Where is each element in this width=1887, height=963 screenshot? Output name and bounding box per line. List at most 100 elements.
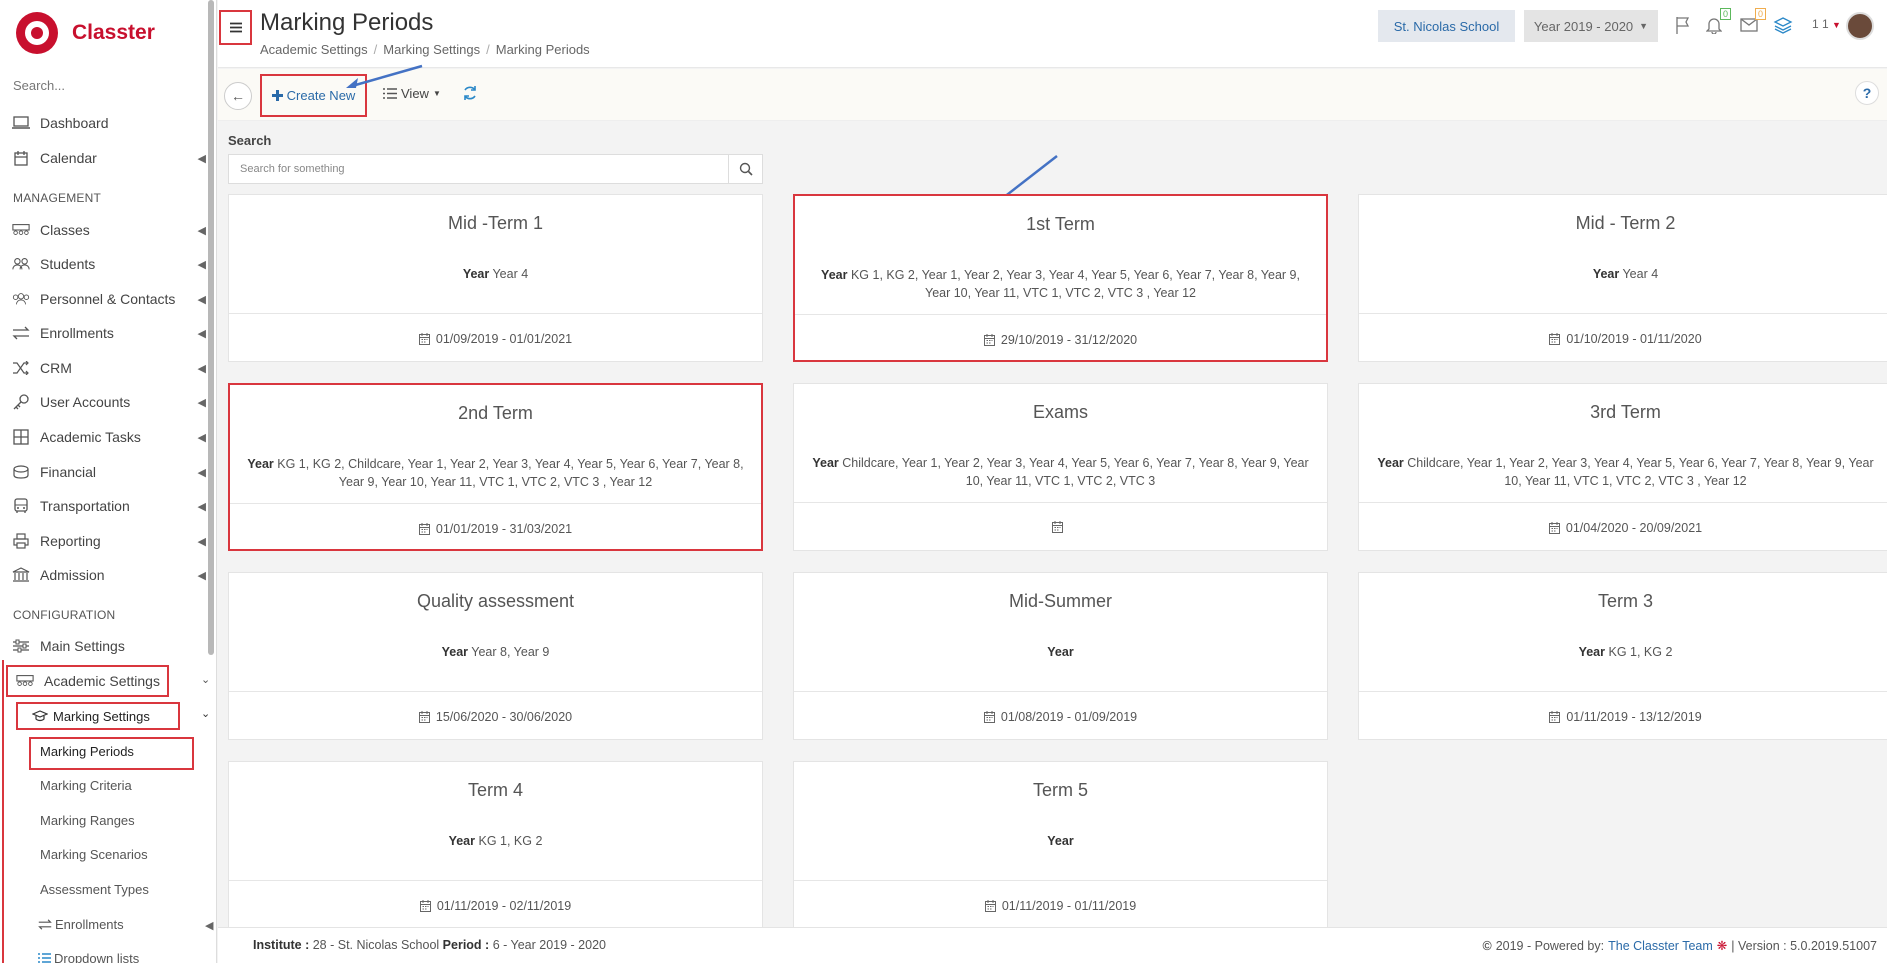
classter-small-logo-icon: ❋ <box>1716 939 1728 953</box>
marking-period-card[interactable]: Mid - Term 2 Year Year 4 01/10/2019 - 01/1… <box>1358 194 1887 362</box>
sidebar-item-marking-periods[interactable]: Marking Periods <box>40 744 134 759</box>
message-count-badge: 0 <box>1754 8 1766 20</box>
breadcrumb-item[interactable]: Marking Settings <box>383 42 480 57</box>
search-button[interactable] <box>728 154 763 184</box>
sidebar-item-label: Personnel & Contacts <box>40 291 176 307</box>
marking-period-card[interactable]: Term 4 Year KG 1, KG 2 01/11/2019 - 02/11/… <box>228 761 763 929</box>
back-button[interactable]: ← <box>224 82 252 110</box>
people-icon <box>12 291 30 307</box>
breadcrumb-item: Marking Periods <box>495 42 590 57</box>
sidebar-item-marking-settings[interactable]: Marking Settings <box>31 701 181 731</box>
marking-period-card[interactable]: Mid-Summer Year 01/08/2019 - 01/09/2019 <box>793 572 1328 740</box>
year-prefix: Year <box>1047 645 1074 659</box>
marking-period-card[interactable]: 3rd Term Year Childcare, Year 1, Year 2, … <box>1358 383 1887 551</box>
sidebar-item-classes[interactable]: Classes ◀ <box>12 215 212 245</box>
avatar[interactable] <box>1846 12 1874 40</box>
sidebar-item-dashboard[interactable]: Dashboard <box>12 108 212 138</box>
marking-period-card[interactable]: Exams Year Childcare, Year 1, Year 2, Yea… <box>793 383 1328 551</box>
school-selector[interactable]: St. Nicolas School <box>1378 10 1515 42</box>
sidebar-item-crm[interactable]: CRM ◀ <box>12 353 212 383</box>
chevron-left-icon: ◀ <box>197 258 206 271</box>
footer-info: Institute : 28 - St. Nicolas School Peri… <box>253 938 606 952</box>
card-title: Mid-Summer <box>1008 591 1112 611</box>
help-button[interactable]: ? <box>1855 81 1879 105</box>
card-years: Year <box>806 832 1315 850</box>
sidebar-item-user-accounts[interactable]: User Accounts ◀ <box>12 387 212 417</box>
sidebar-item-main-settings[interactable]: Main Settings <box>12 631 212 661</box>
sidebar-item-marking-ranges[interactable]: Marking Ranges <box>40 813 135 828</box>
card-title: 2nd Term <box>458 403 533 423</box>
year-selector[interactable]: Year 2019 - 2020 ▼ <box>1524 10 1658 42</box>
menu-toggle-button[interactable] <box>219 10 252 45</box>
sidebar-item-calendar[interactable]: Calendar ◀ <box>12 143 212 173</box>
sidebar-highlight-line <box>2 660 4 963</box>
sidebar-item-assessment-types[interactable]: Assessment Types <box>40 882 149 897</box>
classroom-icon <box>12 222 30 238</box>
card-dates: 01/11/2019 - 01/11/2019 <box>794 899 1327 913</box>
annotation-arrow-icon <box>346 64 423 88</box>
marking-period-card[interactable]: Mid -Term 1 Year Year 4 01/09/2019 - 01/01… <box>228 194 763 362</box>
breadcrumb-item[interactable]: Academic Settings <box>260 42 368 57</box>
year-prefix: Year <box>1592 267 1620 281</box>
key-icon <box>12 394 30 410</box>
sidebar-item-academic-tasks[interactable]: Academic Tasks ◀ <box>12 422 212 452</box>
breadcrumb-separator: / <box>373 42 378 57</box>
sidebar-item-students[interactable]: Students ◀ <box>12 249 212 279</box>
user-count[interactable]: 1 1 ▼ <box>1812 17 1841 31</box>
card-title: 1st Term <box>1026 214 1095 234</box>
laptop-icon <box>12 115 30 131</box>
sidebar-item-academic-settings[interactable]: Academic Settings <box>16 666 216 696</box>
sidebar-item-label: Academic Settings <box>44 673 160 689</box>
calendar-icon <box>419 900 431 912</box>
search-label: Search <box>228 133 272 148</box>
institute-label: Institute : <box>253 938 310 952</box>
flag-icon[interactable] <box>1672 14 1694 36</box>
search-input[interactable] <box>228 154 729 184</box>
sidebar-item-marking-scenarios[interactable]: Marking Scenarios <box>40 847 148 862</box>
marking-period-card[interactable]: Term 5 Year 01/11/2019 - 01/11/2019 <box>793 761 1328 929</box>
sidebar-item-dropdown-lists[interactable]: Dropdown lists <box>38 951 139 963</box>
year-prefix: Year <box>448 834 475 848</box>
marking-period-card[interactable]: 2nd Term Year KG 1, KG 2, Childcare, Year… <box>228 383 763 551</box>
card-years: Year Childcare, Year 1, Year 2, Year 3, … <box>806 454 1315 490</box>
marking-period-card[interactable]: Quality assessment Year Year 8, Year 9 15/… <box>228 572 763 740</box>
marking-period-card[interactable]: 1st Term Year KG 1, KG 2, Year 1, Year 2,… <box>793 194 1328 362</box>
sidebar-item-reporting[interactable]: Reporting ◀ <box>12 526 212 556</box>
layers-icon[interactable] <box>1772 14 1794 36</box>
notifications-button[interactable]: 0 <box>1703 8 1731 36</box>
marking-period-card[interactable]: Term 3 Year KG 1, KG 2 01/11/2019 - 13/12/… <box>1358 572 1887 740</box>
sidebar-item-financial[interactable]: Financial ◀ <box>12 457 212 487</box>
refresh-icon <box>462 85 478 101</box>
user-count-label: 1 1 <box>1812 17 1829 31</box>
card-years: Year Year 4 <box>1371 265 1880 283</box>
year-prefix: Year <box>462 267 490 281</box>
card-title: Mid - Term 2 <box>1575 213 1676 233</box>
card-years: Year KG 1, KG 2 <box>241 832 750 850</box>
chevron-down-icon: ⌄ <box>201 708 211 720</box>
sidebar-item-label: Dropdown lists <box>54 951 140 963</box>
card-dates: 01/01/2019 - 31/03/2021 <box>230 522 761 536</box>
classter-logo-icon <box>16 12 58 54</box>
chevron-left-icon: ◀ <box>197 535 206 548</box>
sidebar-item-admission[interactable]: Admission ◀ <box>12 560 212 590</box>
sidebar-scrollbar[interactable] <box>208 0 214 655</box>
sidebar-item-enrollments-sub[interactable]: Enrollments <box>38 917 124 932</box>
chevron-left-icon: ◀ <box>197 466 206 479</box>
refresh-button[interactable] <box>462 85 478 101</box>
card-title: Mid -Term 1 <box>447 213 543 233</box>
card-divider <box>794 691 1327 692</box>
sidebar-item-label: Admission <box>40 567 105 583</box>
classter-team-link[interactable]: The Classter Team <box>1608 939 1713 953</box>
classter-logo[interactable]: Classter <box>16 8 155 58</box>
sidebar-item-personnel[interactable]: Personnel & Contacts ◀ <box>12 284 212 314</box>
card-date-range: 15/06/2020 - 30/06/2020 <box>435 710 573 724</box>
messages-button[interactable]: 0 <box>1738 8 1766 36</box>
sidebar-item-transportation[interactable]: Transportation ◀ <box>12 491 212 521</box>
chevron-left-icon: ◀ <box>197 293 206 306</box>
sidebar-search[interactable]: Search... <box>13 78 65 93</box>
sidebar-item-enrollments[interactable]: Enrollments ◀ <box>12 318 212 348</box>
card-date-range: 01/08/2019 - 01/09/2019 <box>1000 710 1138 724</box>
year-prefix: Year <box>812 456 839 470</box>
card-title: Term 4 <box>467 780 523 800</box>
sidebar-item-marking-criteria[interactable]: Marking Criteria <box>40 778 132 793</box>
